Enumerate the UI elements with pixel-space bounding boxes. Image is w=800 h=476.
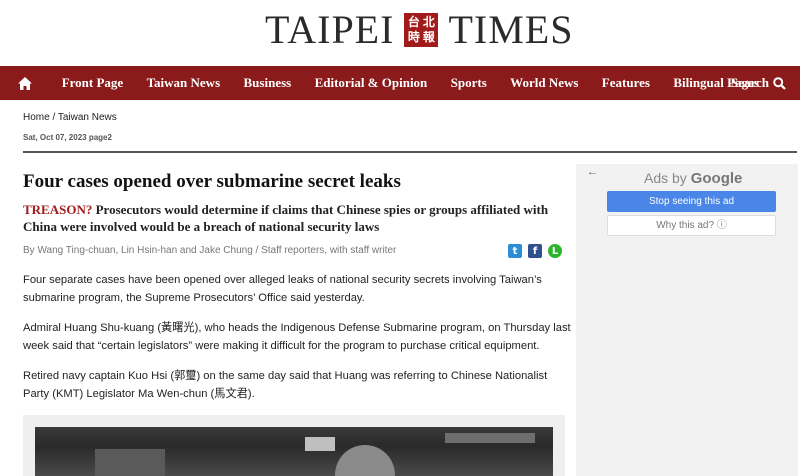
home-icon[interactable] xyxy=(0,66,50,100)
why-this-ad-button[interactable]: Why this ad? ⓘ xyxy=(607,215,776,236)
stop-seeing-ad-button[interactable]: Stop seeing this ad xyxy=(607,191,776,212)
article-subhead: TREASON? Prosecutors would determine if … xyxy=(23,201,558,235)
article-paragraph: Four separate cases have been opened ove… xyxy=(23,274,542,304)
article-kicker: TREASON? xyxy=(23,202,93,217)
main-nav: Front Page Taiwan News Business Editoria… xyxy=(0,66,800,100)
article-photo[interactable] xyxy=(35,427,553,476)
article-paragraph: Admiral Huang Shu-kuang (黃曙光), who heads… xyxy=(23,322,571,352)
breadcrumb-home[interactable]: Home xyxy=(23,112,50,123)
nav-item-business[interactable]: Business xyxy=(232,75,303,91)
article-byline: By Wang Ting-chuan, Lin Hsin-han and Jak… xyxy=(23,245,397,256)
line-share-icon[interactable]: L xyxy=(548,244,562,258)
article-paragraph: Retired navy captain Kuo Hsi (郭璽) on the… xyxy=(23,370,548,400)
nav-item-taiwan-news[interactable]: Taiwan News xyxy=(135,75,232,91)
nav-item-features[interactable]: Features xyxy=(590,75,662,91)
facebook-share-icon[interactable]: f xyxy=(528,244,542,258)
nav-item-world-news[interactable]: World News xyxy=(498,75,590,91)
breadcrumb: Home / Taiwan News xyxy=(23,112,117,123)
search-button[interactable]: Search xyxy=(731,66,786,100)
twitter-share-icon[interactable]: t xyxy=(508,244,522,258)
divider xyxy=(23,151,797,153)
ad-back-arrow-icon[interactable]: ← xyxy=(587,166,598,178)
share-buttons: t f L xyxy=(508,244,562,258)
nav-item-sports[interactable]: Sports xyxy=(439,75,499,91)
logo-seal: 台 北 時 報 xyxy=(404,13,439,47)
article-headline: Four cases opened over submarine secret … xyxy=(23,171,401,192)
ads-by-label: Ads by xyxy=(644,170,691,186)
article-date: Sat, Oct 07, 2023 page2 xyxy=(23,133,112,142)
logo-word-right: TIMES xyxy=(448,7,574,52)
nav-item-front-page[interactable]: Front Page xyxy=(50,75,135,91)
google-wordmark: Google xyxy=(690,170,743,187)
article-subhead-text: Prosecutors would determine if claims th… xyxy=(23,202,549,234)
search-icon xyxy=(773,76,786,90)
masthead: TAIPEI 台 北 時 報 TIMES xyxy=(0,0,800,66)
logo-word-left: TAIPEI xyxy=(265,7,395,52)
breadcrumb-taiwan-news[interactable]: Taiwan News xyxy=(58,112,117,123)
nav-item-editorial-opinion[interactable]: Editorial & Opinion xyxy=(303,75,439,91)
ads-by-google: Ads by Google xyxy=(644,170,742,187)
breadcrumb-separator: / xyxy=(49,112,58,123)
taipei-times-logo[interactable]: TAIPEI 台 北 時 報 TIMES xyxy=(265,10,573,50)
search-label: Search xyxy=(730,75,769,90)
